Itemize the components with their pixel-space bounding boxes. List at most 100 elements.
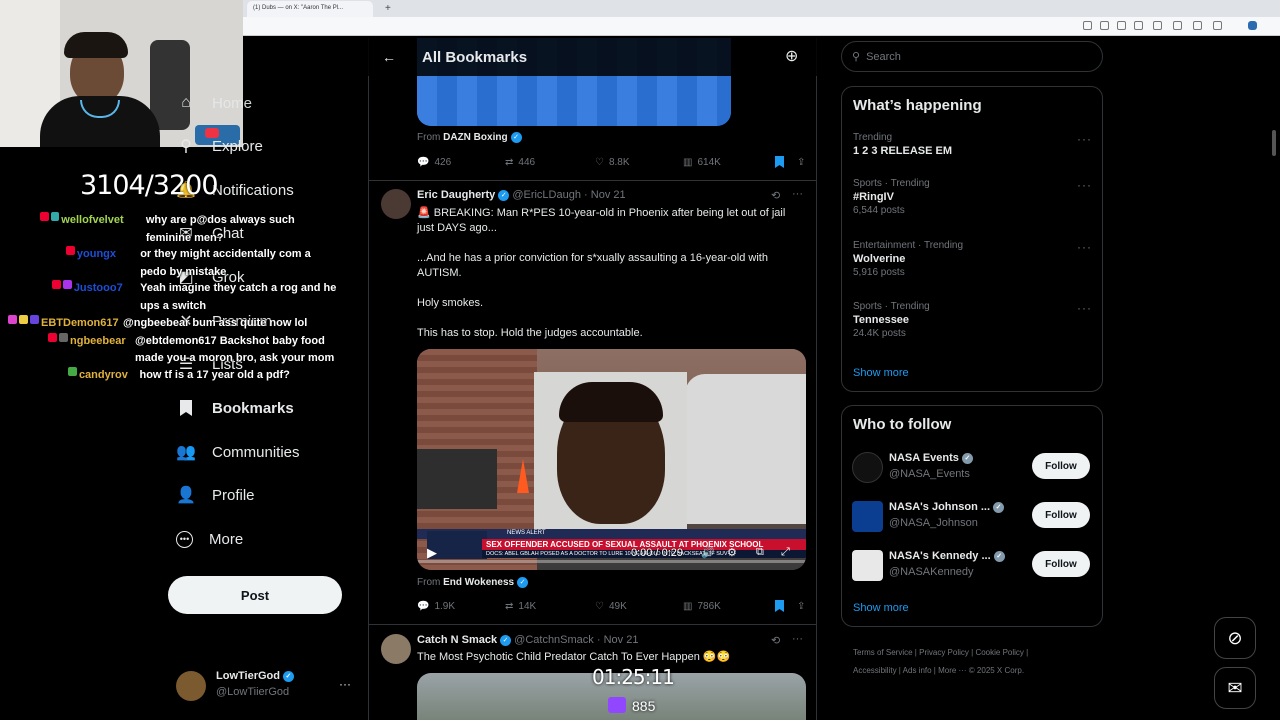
from-name[interactable]: DAZN Boxing: [443, 132, 507, 143]
avatar[interactable]: [381, 189, 411, 219]
author-name[interactable]: Catch N Smack: [417, 634, 497, 646]
nav-item-profile[interactable]: 👤 Profile: [176, 480, 255, 510]
nav-item-communities[interactable]: 👥 Communities: [176, 437, 300, 467]
follow-suggestion[interactable]: NASA's Johnson ... ✓ @NASA_Johnson Follow: [852, 499, 1102, 535]
profile-browser-icon[interactable]: [1213, 21, 1222, 30]
author-name[interactable]: Eric Daugherty: [417, 189, 495, 201]
divider: [369, 180, 816, 181]
views-count: 614K: [697, 156, 721, 168]
tweet-time[interactable]: Nov 21: [591, 189, 626, 201]
extensions-icon[interactable]: [1153, 21, 1162, 30]
tweet-time[interactable]: Nov 21: [604, 634, 639, 646]
footer-link[interactable]: Terms of Service: [853, 648, 913, 657]
nav-item-bookmarks[interactable]: Bookmarks: [176, 393, 294, 423]
messages-fab-button[interactable]: ✉: [1214, 667, 1256, 709]
account-name: NASA's Johnson ...: [889, 501, 991, 513]
share-icon[interactable]: [1117, 21, 1126, 30]
show-more-link[interactable]: Show more: [853, 602, 909, 614]
follow-suggestion[interactable]: NASA's Kennedy ... ✓ @NASAKennedy Follow: [852, 548, 1102, 584]
reply-count: 1.9K: [434, 600, 456, 612]
footer-link[interactable]: Ads info: [903, 666, 932, 675]
nav-label: Home: [212, 94, 253, 112]
follow-button[interactable]: Follow: [1032, 502, 1090, 528]
video-progress[interactable]: [417, 560, 806, 563]
share-button[interactable]: ⇪: [797, 601, 805, 612]
verified-icon: ✓: [282, 670, 294, 682]
reply-button[interactable]: 💬 1.9K: [417, 601, 505, 612]
favorites-icon[interactable]: [1173, 21, 1182, 30]
play-icon[interactable]: ▶: [427, 545, 437, 561]
footer-link[interactable]: Privacy Policy: [919, 648, 969, 657]
trend-item[interactable]: Trending 1 2 3 RELEASE EM ···: [853, 132, 1093, 157]
address-bar[interactable]: [243, 17, 1280, 36]
copilot-icon[interactable]: [1248, 21, 1257, 30]
new-tab-button[interactable]: +: [385, 3, 391, 14]
fullscreen-icon[interactable]: ⤢: [781, 546, 790, 559]
post-button[interactable]: Post: [168, 576, 342, 614]
follow-button[interactable]: Follow: [1032, 453, 1090, 479]
chat-username: candyrov: [78, 368, 128, 381]
scrollbar[interactable]: [1272, 130, 1276, 156]
trend-item[interactable]: Sports · Trending #RingIV 6,544 posts ···: [853, 178, 1093, 216]
collections-icon[interactable]: [1193, 21, 1202, 30]
bookmark-button[interactable]: [775, 156, 797, 168]
footer-link[interactable]: Accessibility: [853, 666, 897, 675]
views-button[interactable]: ▥ 786K: [683, 601, 775, 612]
chat-text: @ebtdemon617 Backshot baby food made you…: [135, 334, 335, 365]
author-handle[interactable]: @EricLDaugh: [512, 189, 581, 201]
back-arrow-icon[interactable]: ←: [382, 49, 422, 65]
reader-icon[interactable]: [1083, 21, 1092, 30]
more-dots-icon[interactable]: ···: [1077, 240, 1092, 254]
bookmark-add-icon[interactable]: ⊕: [785, 46, 798, 66]
home-icon: ⌂: [181, 94, 191, 111]
show-more-link[interactable]: Show more: [853, 367, 909, 379]
account-handle: @NASA_Johnson: [889, 517, 978, 529]
account-switcher[interactable]: LowTierGod ✓ @LowTiierGod ···: [176, 669, 354, 703]
like-button[interactable]: ♡ 8.8K: [595, 157, 683, 168]
more-dots-icon[interactable]: ···: [792, 188, 803, 200]
avatar[interactable]: [381, 634, 411, 664]
chat-message: youngx or they might accidentally com a p…: [8, 246, 338, 281]
grok-fab-button[interactable]: ⊘: [1214, 617, 1256, 659]
zoom-icon[interactable]: [1100, 21, 1109, 30]
verified-icon: ✓: [517, 577, 529, 588]
more-dots-icon[interactable]: ···: [792, 633, 803, 645]
retweet-button[interactable]: ⇄ 14K: [505, 601, 595, 612]
footer-link[interactable]: Cookie Policy: [975, 648, 1023, 657]
like-button[interactable]: ♡ 49K: [595, 601, 683, 612]
from-name[interactable]: End Wokeness: [443, 577, 514, 588]
grok-icon[interactable]: ⟲: [771, 189, 780, 202]
verified-icon: ✓: [498, 189, 510, 201]
more-dots-icon[interactable]: ···: [1077, 132, 1092, 146]
more-dots-icon[interactable]: ···: [1077, 178, 1092, 192]
mail-icon: ✉: [1227, 677, 1243, 698]
share-button[interactable]: ⇪: [797, 157, 805, 168]
trend-title: Wolverine: [853, 253, 906, 265]
tweet-video[interactable]: NEWS ALERT SEX OFFENDER ACCUSED OF SEXUA…: [417, 349, 806, 570]
nav-item-home[interactable]: ⌂ Home: [176, 88, 252, 118]
reply-button[interactable]: 💬 426: [417, 157, 505, 168]
nav-item-explore[interactable]: ⚲ Explore: [176, 131, 263, 161]
grok-icon[interactable]: ⟲: [771, 634, 780, 647]
volume-icon[interactable]: 🔊: [701, 546, 715, 559]
views-button[interactable]: ▥ 614K: [683, 157, 775, 168]
more-dots-icon[interactable]: ···: [1077, 301, 1092, 315]
chat-message: wellofvelvet why are p@dos always such fe…: [8, 212, 338, 247]
bookmarks-timeline: From DAZN Boxing ✓ 💬 426 ⇄ 446 ♡ 8.8K ▥ 614K …: [368, 38, 817, 720]
trend-item[interactable]: Sports · Trending Tennessee 24.4K posts ···: [853, 301, 1093, 339]
pip-icon[interactable]: ⧉: [756, 546, 764, 559]
bookmark-button[interactable]: [775, 600, 797, 612]
footer-link[interactable]: More ···: [938, 666, 966, 675]
author-handle[interactable]: @CatchnSmack: [514, 634, 594, 646]
settings-icon[interactable]: ⚙: [727, 546, 737, 559]
retweet-button[interactable]: ⇄ 446: [505, 157, 595, 168]
search-box[interactable]: ⚲ Search: [841, 41, 1103, 72]
browser-tab[interactable]: (1) Dubs — on X: "Aaron The Pl...: [247, 1, 373, 17]
grok-icon: ⊘: [1227, 627, 1243, 648]
nav-item-more[interactable]: ••• More: [176, 524, 243, 554]
retweet-count: 14K: [518, 600, 537, 612]
star-icon[interactable]: [1134, 21, 1143, 30]
follow-suggestion[interactable]: NASA Events ✓ @NASA_Events Follow: [852, 450, 1102, 486]
follow-button[interactable]: Follow: [1032, 551, 1090, 577]
trend-item[interactable]: Entertainment · Trending Wolverine 5,916 p…: [853, 240, 1093, 278]
